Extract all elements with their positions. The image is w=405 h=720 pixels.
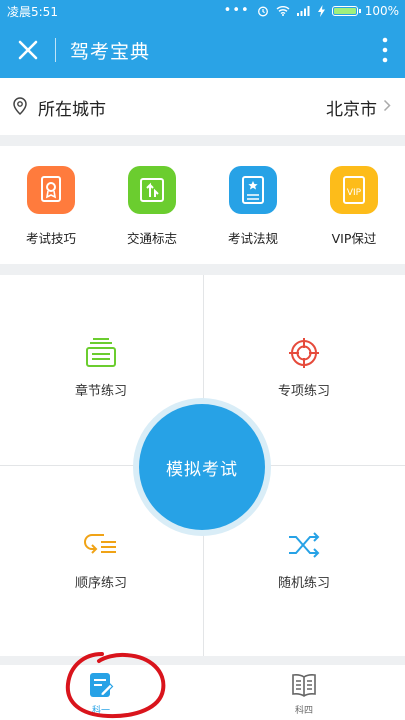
shortcut-traffic-signs[interactable]: 交通标志: [102, 166, 202, 247]
signal-icon: [296, 6, 310, 16]
shuffle-icon: [289, 532, 320, 558]
chapter-practice[interactable]: 章节练习: [0, 338, 202, 399]
hand-drawn-circle-annotation: [65, 652, 166, 719]
chapter-list-icon: [86, 338, 116, 367]
chevron-right-icon: [383, 99, 391, 112]
wifi-icon: [276, 6, 290, 16]
section-divider: [0, 264, 405, 275]
charging-icon: [317, 4, 325, 17]
section-divider: [0, 656, 405, 665]
tab-label: 科四: [294, 706, 313, 716]
more-menu-icon[interactable]: [381, 37, 389, 63]
bottom-tab-bar: 科一 科四: [0, 665, 405, 720]
shortcut-exam-rules[interactable]: 考试法规: [203, 166, 303, 247]
target-icon: [289, 338, 319, 368]
random-practice-label: 随机练习: [277, 576, 330, 591]
traffic-sign-icon: [128, 166, 176, 214]
battery-icon: [331, 5, 361, 16]
location-pin-icon: [13, 97, 27, 115]
vip-badge-text: VIP: [347, 188, 362, 198]
status-bar: 凌晨5:51 ••• 100%: [0, 0, 405, 22]
shortcut-label: 交通标志: [126, 231, 177, 246]
special-practice[interactable]: 专项练习: [203, 338, 405, 399]
vip-book-icon: VIP: [330, 166, 378, 214]
chapter-practice-label: 章节练习: [74, 384, 127, 399]
sequence-icon: [84, 534, 116, 554]
open-book-icon: [292, 674, 316, 697]
book-star-icon: [229, 166, 277, 214]
random-practice[interactable]: 随机练习: [203, 530, 405, 591]
section-divider: [0, 135, 405, 146]
sequential-practice[interactable]: 顺序练习: [0, 530, 202, 591]
tab-subject-four[interactable]: 科四: [274, 671, 334, 716]
app-bar: 驾考宝典: [0, 22, 405, 78]
special-practice-label: 专项练习: [277, 384, 330, 399]
certificate-icon: [27, 166, 75, 214]
city-value: 北京市: [326, 100, 377, 120]
sequential-practice-label: 顺序练习: [74, 576, 127, 591]
header-divider: [55, 38, 56, 62]
shortcut-label: 考试技巧: [25, 231, 76, 246]
alarm-icon: [257, 6, 268, 16]
page-title: 驾考宝典: [70, 41, 151, 63]
close-icon[interactable]: [14, 36, 42, 64]
city-selector[interactable]: 所在城市 北京市: [0, 78, 405, 135]
more-dots-icon: •••: [223, 3, 250, 18]
shortcut-vip[interactable]: VIP VIP保过: [304, 166, 404, 247]
mock-exam-button[interactable]: 模拟考试: [139, 404, 265, 530]
city-label: 所在城市: [38, 100, 106, 120]
shortcut-exam-tips[interactable]: 考试技巧: [1, 166, 101, 247]
status-time: 凌晨5:51: [7, 5, 58, 19]
battery-percent: 100%: [364, 3, 399, 18]
shortcut-row: 考试技巧 交通标志 考试法规 VIP VIP保过: [0, 146, 405, 264]
shortcut-label: 考试法规: [227, 231, 278, 246]
shortcut-label: VIP保过: [331, 231, 377, 246]
